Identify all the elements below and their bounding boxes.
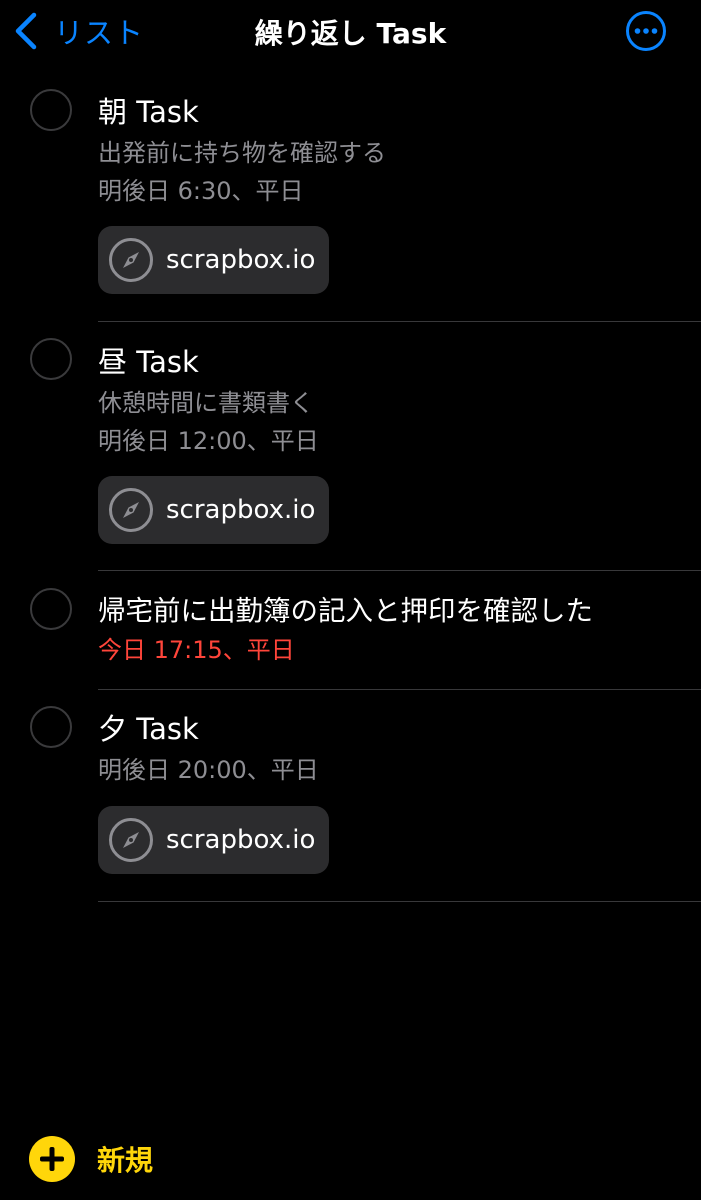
url-link-chip[interactable]: scrapbox.io	[98, 476, 329, 544]
task-notes: 休憩時間に書類書く	[98, 389, 314, 417]
completion-circle[interactable]	[30, 588, 72, 630]
page-title: 繰り返し Task	[254, 17, 447, 50]
task-notes: 出発前に持ち物を確認する	[98, 139, 386, 167]
url-link-label: scrapbox.io	[166, 245, 316, 275]
completion-circle[interactable]	[30, 706, 72, 748]
task-title[interactable]: 帰宅前に出勤簿の記入と押印を確認した	[98, 591, 701, 631]
url-link-chip[interactable]: scrapbox.io	[98, 226, 329, 294]
new-reminder-button[interactable]: 新規	[29, 1136, 153, 1182]
task-due-date: 明後日 20:00、平日	[98, 756, 319, 784]
task-due-date: 明後日 6:30、平日	[98, 177, 304, 205]
task-item: 朝 Task 出発前に持ち物を確認する 明後日 6:30、平日 scrapbox…	[0, 64, 701, 322]
url-link-label: scrapbox.io	[166, 495, 316, 525]
task-title[interactable]: 夕 Task	[98, 709, 701, 749]
compass-icon	[109, 818, 153, 862]
task-due-date: 明後日 12:00、平日	[98, 427, 319, 455]
compass-icon	[109, 488, 153, 532]
ellipsis-circle-icon	[626, 11, 666, 51]
compass-icon	[109, 238, 153, 282]
task-item: 昼 Task 休憩時間に書類書く 明後日 12:00、平日 scrapbox.i…	[0, 322, 701, 572]
more-options-button[interactable]	[625, 10, 667, 52]
row-divider	[98, 901, 701, 902]
task-title[interactable]: 朝 Task	[98, 92, 701, 132]
completion-circle[interactable]	[30, 89, 72, 131]
task-item: 夕 Task 明後日 20:00、平日 scrapbox.io	[0, 689, 701, 903]
task-content: 昼 Task 休憩時間に書類書く 明後日 12:00、平日 scrapbox.i…	[98, 342, 701, 544]
completion-circle[interactable]	[30, 338, 72, 380]
task-content: 朝 Task 出発前に持ち物を確認する 明後日 6:30、平日 scrapbox…	[98, 92, 701, 294]
task-content: 帰宅前に出勤簿の記入と押印を確認した 今日 17:15、平日	[98, 591, 701, 669]
navigation-bar: リスト 繰り返し Task	[0, 0, 701, 64]
url-link-label: scrapbox.io	[166, 825, 316, 855]
task-item: 帰宅前に出勤簿の記入と押印を確認した 今日 17:15、平日	[0, 571, 701, 690]
task-due-date: 今日 17:15、平日	[98, 636, 295, 664]
task-title[interactable]: 昼 Task	[98, 342, 701, 382]
task-content: 夕 Task 明後日 20:00、平日 scrapbox.io	[98, 709, 701, 874]
url-link-chip[interactable]: scrapbox.io	[98, 806, 329, 874]
plus-circle-icon	[29, 1136, 75, 1182]
new-reminder-label: 新規	[97, 1144, 154, 1177]
